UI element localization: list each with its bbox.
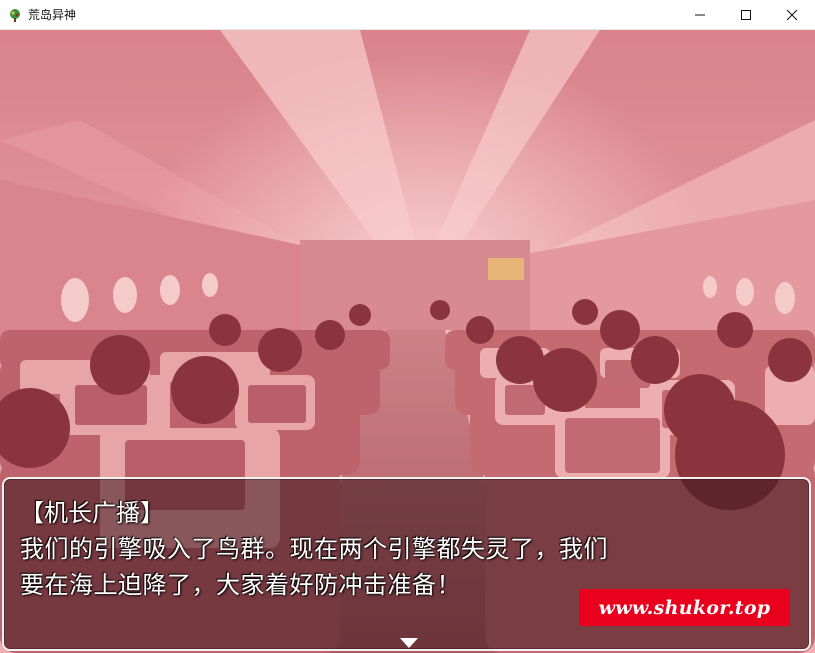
minimize-button[interactable] [677, 0, 723, 30]
dialogue-line-2: 要在海上迫降了，大家着好防冲击准备！ [20, 571, 461, 599]
maximize-icon [741, 10, 751, 20]
speaker-name: 【机长广播】 [20, 499, 164, 527]
window-title: 荒岛异神 [28, 8, 77, 22]
watermark-label: www.shukor.top [579, 589, 790, 626]
maximize-button[interactable] [723, 0, 769, 30]
game-viewport[interactable]: 【机长广播】 我们的引擎吸入了鸟群。现在两个引擎都失灵了，我们 要在海上迫降了，… [0, 30, 815, 653]
down-triangle-icon[interactable] [400, 638, 418, 648]
window-controls [677, 0, 815, 30]
close-button[interactable] [769, 0, 815, 30]
minimize-icon [695, 14, 705, 16]
game-app-icon [8, 8, 22, 22]
dialogue-window[interactable]: 【机长广播】 我们的引擎吸入了鸟群。现在两个引擎都失灵了，我们 要在海上迫降了，… [2, 477, 811, 651]
window-titlebar[interactable]: 荒岛异神 [0, 0, 815, 30]
dialogue-line-1: 我们的引擎吸入了鸟群。现在两个引擎都失灵了，我们 [20, 535, 608, 563]
close-icon [786, 9, 798, 21]
